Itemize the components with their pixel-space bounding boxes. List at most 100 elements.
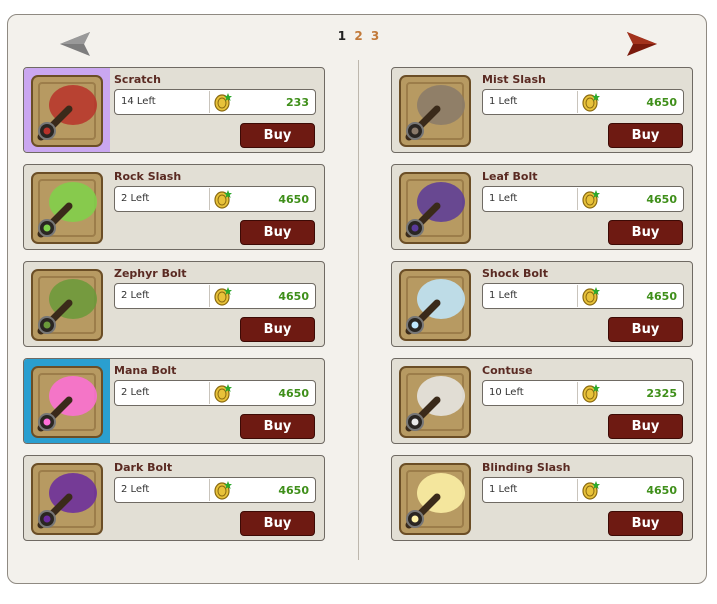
buy-button[interactable]: Buy	[240, 317, 315, 342]
item-info-box: 2 Left 4650	[114, 477, 316, 503]
item-thumbnail	[392, 456, 478, 540]
stock-count: 2 Left	[121, 387, 150, 398]
item-price: 4650	[646, 96, 677, 109]
item-thumbnail	[392, 262, 478, 346]
item-name: Zephyr Bolt	[114, 267, 187, 280]
shop-item-card: Dark Bolt 2 Left 4650 Buy	[23, 455, 325, 541]
item-name: Blinding Slash	[482, 461, 571, 474]
page-link-3[interactable]: 3	[371, 29, 379, 43]
coin-icon	[214, 190, 232, 209]
item-thumbnail	[24, 359, 110, 443]
info-separator	[577, 285, 578, 307]
item-name: Rock Slash	[114, 170, 182, 183]
shop-item-card: Mist Slash 1 Left 4650 Buy	[391, 67, 693, 153]
item-info-box: 1 Left 4650	[482, 186, 684, 212]
item-price: 4650	[646, 193, 677, 206]
shop-item-card: Mana Bolt 2 Left 4650 Buy	[23, 358, 325, 444]
item-name: Mist Slash	[482, 73, 546, 86]
item-price: 4650	[278, 387, 309, 400]
shock-bolt-staff-icon	[399, 269, 471, 341]
item-info-box: 1 Left 4650	[482, 89, 684, 115]
shop-item-card: Leaf Bolt 1 Left 4650 Buy	[391, 164, 693, 250]
page-current: 1	[337, 29, 347, 43]
mist-slash-staff-icon	[399, 75, 471, 147]
coin-icon	[582, 481, 600, 500]
item-info-box: 2 Left 4650	[114, 380, 316, 406]
buy-button[interactable]: Buy	[608, 414, 683, 439]
coin-icon	[214, 287, 232, 306]
buy-button[interactable]: Buy	[240, 414, 315, 439]
item-thumbnail	[24, 68, 110, 152]
item-thumbnail	[392, 165, 478, 249]
coin-icon	[582, 287, 600, 306]
stock-count: 1 Left	[489, 193, 518, 204]
info-separator	[209, 479, 210, 501]
item-thumbnail	[392, 359, 478, 443]
shop-item-card: Zephyr Bolt 2 Left 4650 Buy	[23, 261, 325, 347]
buy-button[interactable]: Buy	[608, 220, 683, 245]
stock-count: 2 Left	[121, 193, 150, 204]
item-thumbnail	[24, 456, 110, 540]
blinding-slash-staff-icon	[399, 463, 471, 535]
coin-icon	[214, 93, 232, 112]
pagination: 1 2 3	[0, 29, 717, 43]
shop-item-card: Scratch 14 Left 233 Buy	[23, 67, 325, 153]
info-separator	[209, 285, 210, 307]
info-separator	[577, 188, 578, 210]
item-price: 4650	[278, 484, 309, 497]
column-divider	[358, 60, 359, 560]
info-separator	[209, 382, 210, 404]
coin-icon	[582, 384, 600, 403]
info-separator	[209, 188, 210, 210]
stock-count: 2 Left	[121, 484, 150, 495]
mana-bolt-staff-icon	[31, 366, 103, 438]
stock-count: 10 Left	[489, 387, 524, 398]
stock-count: 1 Left	[489, 290, 518, 301]
info-separator	[577, 479, 578, 501]
coin-icon	[214, 481, 232, 500]
leaf-bolt-staff-icon	[399, 172, 471, 244]
scratch-staff-icon	[31, 75, 103, 147]
coin-icon	[582, 190, 600, 209]
buy-button[interactable]: Buy	[608, 123, 683, 148]
rock-slash-staff-icon	[31, 172, 103, 244]
item-thumbnail	[24, 262, 110, 346]
item-price: 4650	[646, 484, 677, 497]
item-name: Dark Bolt	[114, 461, 173, 474]
item-name: Leaf Bolt	[482, 170, 538, 183]
shop-item-card: Rock Slash 2 Left 4650 Buy	[23, 164, 325, 250]
info-separator	[209, 91, 210, 113]
shop-item-card: Blinding Slash 1 Left 4650 Buy	[391, 455, 693, 541]
coin-icon	[582, 93, 600, 112]
stock-count: 2 Left	[121, 290, 150, 301]
item-info-box: 1 Left 4650	[482, 477, 684, 503]
shop-item-card: Contuse 10 Left 2325 Buy	[391, 358, 693, 444]
zephyr-bolt-staff-icon	[31, 269, 103, 341]
item-info-box: 2 Left 4650	[114, 186, 316, 212]
coin-icon	[214, 384, 232, 403]
stock-count: 14 Left	[121, 96, 156, 107]
item-name: Scratch	[114, 73, 161, 86]
item-info-box: 10 Left 2325	[482, 380, 684, 406]
buy-button[interactable]: Buy	[240, 220, 315, 245]
buy-button[interactable]: Buy	[608, 511, 683, 536]
stock-count: 1 Left	[489, 484, 518, 495]
stock-count: 1 Left	[489, 96, 518, 107]
buy-button[interactable]: Buy	[608, 317, 683, 342]
arrow-right-icon[interactable]	[625, 30, 659, 58]
item-price: 4650	[278, 193, 309, 206]
shop-item-card: Shock Bolt 1 Left 4650 Buy	[391, 261, 693, 347]
contuse-staff-icon	[399, 366, 471, 438]
dark-bolt-staff-icon	[31, 463, 103, 535]
item-info-box: 14 Left 233	[114, 89, 316, 115]
info-separator	[577, 382, 578, 404]
item-price: 4650	[278, 290, 309, 303]
item-thumbnail	[24, 165, 110, 249]
item-name: Mana Bolt	[114, 364, 177, 377]
item-info-box: 2 Left 4650	[114, 283, 316, 309]
item-thumbnail	[392, 68, 478, 152]
item-price: 233	[286, 96, 309, 109]
buy-button[interactable]: Buy	[240, 123, 315, 148]
page-link-2[interactable]: 2	[354, 29, 362, 43]
buy-button[interactable]: Buy	[240, 511, 315, 536]
